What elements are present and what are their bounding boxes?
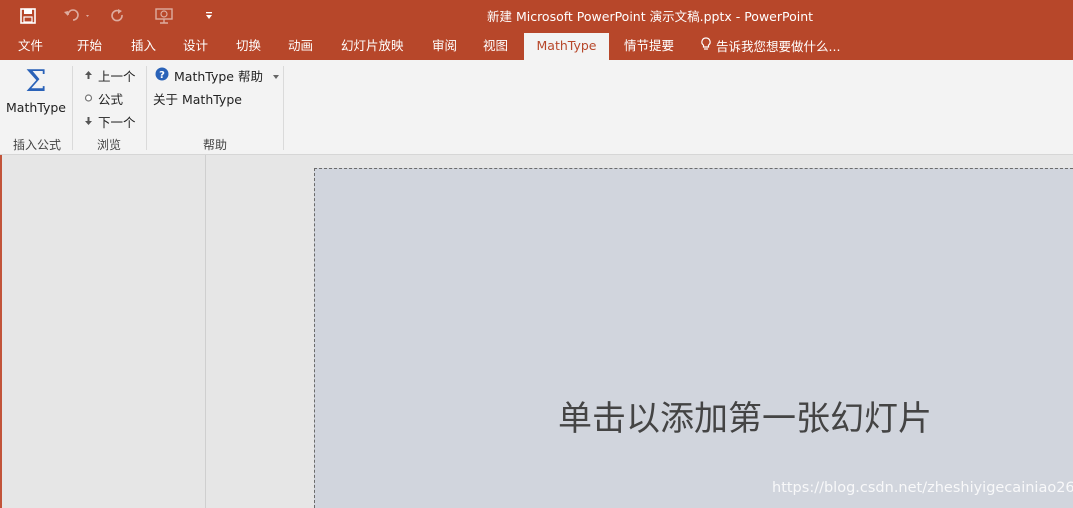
previous-equation-button[interactable]: 上一个 — [84, 66, 136, 85]
tab-mathtype[interactable]: MathType — [524, 33, 609, 60]
mathtype-button-label: MathType — [6, 100, 66, 115]
about-mathtype-label: 关于 MathType — [153, 92, 242, 107]
sigma-icon: Σ — [25, 64, 47, 99]
tell-me-box[interactable]: 告诉我您想要做什么... — [700, 33, 840, 60]
ribbon-tabs: 文件 开始 插入 设计 切换 动画 幻灯片放映 审阅 视图 MathType 情… — [0, 33, 1073, 60]
tab-insert[interactable]: 插入 — [131, 33, 156, 60]
mathtype-help-label: MathType 帮助 — [174, 69, 263, 84]
title-bar: 新建 Microsoft PowerPoint 演示文稿.pptx - Powe… — [0, 0, 1073, 33]
equation-browse-button[interactable]: 公式 — [84, 89, 123, 108]
mathtype-insert-button[interactable]: Σ MathType — [6, 64, 66, 116]
arrow-down-icon — [84, 114, 93, 129]
group-label-insert-equation: 插入公式 — [12, 138, 61, 152]
next-label: 下一个 — [98, 115, 136, 130]
slide-thumbnail-pane[interactable] — [0, 155, 206, 508]
equation-label: 公式 — [98, 92, 124, 107]
about-mathtype-button[interactable]: 关于 MathType — [153, 89, 242, 108]
group-separator — [283, 66, 284, 150]
tab-review[interactable]: 审阅 — [432, 33, 457, 60]
dropdown-arrow-icon[interactable] — [272, 68, 280, 83]
group-label-help: 帮助 — [202, 138, 227, 152]
tab-animations[interactable]: 动画 — [288, 33, 313, 60]
tab-home[interactable]: 开始 — [77, 33, 102, 60]
help-icon: ? — [155, 67, 169, 84]
tab-design[interactable]: 设计 — [183, 33, 208, 60]
previous-label: 上一个 — [98, 69, 136, 84]
group-label-browse: 浏览 — [96, 138, 121, 152]
tab-storyboarding[interactable]: 情节提要 — [624, 33, 674, 60]
watermark: https://blog.csdn.net/zheshiyigecainiao2… — [772, 480, 1073, 496]
svg-text:?: ? — [159, 70, 165, 81]
tell-me-text: 告诉我您想要做什么... — [716, 38, 841, 54]
lightbulb-icon — [700, 34, 712, 60]
group-separator — [146, 66, 147, 150]
tab-view[interactable]: 视图 — [483, 33, 508, 60]
add-first-slide-placeholder[interactable]: 单击以添加第一张幻灯片 — [555, 391, 935, 440]
arrow-up-icon — [84, 68, 93, 83]
slide-area[interactable]: 单击以添加第一张幻灯片 — [314, 168, 1073, 508]
tab-file[interactable]: 文件 — [18, 33, 43, 60]
ribbon: Σ MathType 插入公式 上一个 公式 下一个 浏览 ? MathType… — [0, 60, 1073, 155]
next-equation-button[interactable]: 下一个 — [84, 112, 136, 131]
window-title: 新建 Microsoft PowerPoint 演示文稿.pptx - Powe… — [486, 9, 814, 24]
tab-transitions[interactable]: 切换 — [236, 33, 261, 60]
circle-icon — [84, 91, 93, 106]
group-separator — [72, 66, 73, 150]
mathtype-help-button[interactable]: ? MathType 帮助 — [155, 66, 280, 85]
tab-slideshow[interactable]: 幻灯片放映 — [341, 33, 404, 60]
